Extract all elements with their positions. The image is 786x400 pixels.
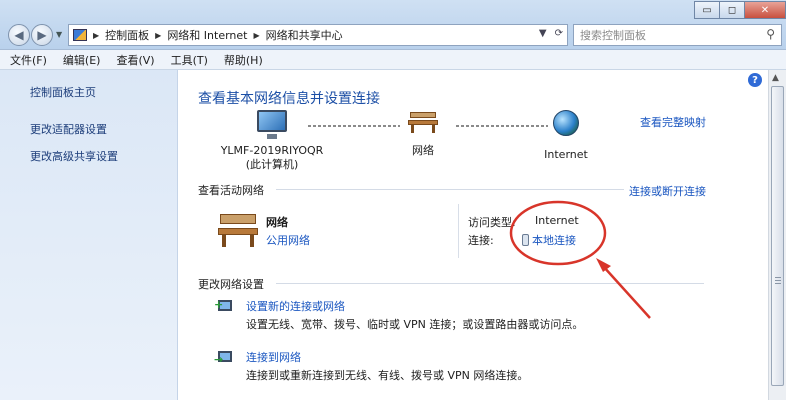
computer-icon	[257, 110, 287, 139]
search-input[interactable]: 搜索控制面板 ⚲	[573, 24, 782, 46]
setup-connection-desc: 设置无线、宽带、拨号、临时或 VPN 连接；或设置路由器或访问点。	[246, 318, 584, 331]
network-label: 网络	[412, 144, 434, 157]
window-controls: ▭ ◻ ✕	[694, 1, 786, 19]
minimize-button[interactable]: ▭	[694, 1, 720, 19]
recent-pages-dropdown-icon[interactable]: ▼	[56, 30, 62, 39]
grip-icon	[775, 277, 781, 285]
menu-tools[interactable]: 工具(T)	[171, 52, 208, 68]
map-node-network[interactable]: 网络	[388, 110, 458, 158]
sidebar-item-adapter-settings[interactable]: 更改适配器设置	[30, 121, 177, 137]
active-network: 网络 公用网络	[218, 210, 458, 260]
map-node-internet[interactable]: Internet	[533, 110, 599, 162]
network-bench-icon	[218, 212, 258, 247]
main-content: ? 查看基本网络信息并设置连接 查看完整映射 YLMF-2019RIYOQR (…	[178, 70, 768, 400]
menu-view[interactable]: 查看(V)	[116, 52, 154, 68]
task-connect-network: → 连接到网络 连接到或重新连接到无线、有线、拨号或 VPN 网络连接。	[214, 349, 576, 383]
close-button[interactable]: ✕	[744, 1, 786, 19]
search-icon[interactable]: ⚲	[766, 27, 775, 41]
connect-disconnect-link[interactable]: 连接或断开连接	[629, 183, 706, 199]
help-icon[interactable]: ?	[748, 73, 762, 87]
section-divider	[276, 189, 624, 190]
local-connection-link[interactable]: 本地连接	[522, 232, 576, 248]
forward-button[interactable]: ▶	[31, 24, 53, 46]
globe-icon	[553, 110, 579, 136]
connect-network-link[interactable]: 连接到网络	[246, 349, 301, 365]
back-button[interactable]: ◀	[8, 24, 30, 46]
scroll-up-icon[interactable]: ▲	[772, 73, 779, 83]
network-name: 网络	[266, 216, 288, 229]
menu-bar: 文件(F) 编辑(E) 查看(V) 工具(T) 帮助(H)	[0, 50, 786, 70]
connect-network-desc: 连接到或重新连接到无线、有线、拨号或 VPN 网络连接。	[246, 369, 529, 382]
page-title: 查看基本网络信息并设置连接	[198, 91, 380, 107]
sidebar-item-control-panel-home[interactable]: 控制面板主页	[30, 84, 177, 100]
see-full-map-link[interactable]: 查看完整映射	[640, 114, 706, 130]
change-settings-heading: 更改网络设置	[198, 278, 264, 291]
access-type-label: 访问类型:	[468, 216, 516, 229]
internet-label: Internet	[544, 148, 588, 161]
menu-help[interactable]: 帮助(H)	[224, 52, 263, 68]
sidebar: 控制面板主页 更改适配器设置 更改高级共享设置	[0, 70, 178, 400]
control-panel-icon	[73, 29, 87, 41]
ethernet-icon	[522, 234, 529, 246]
breadcrumb-control-panel[interactable]: 控制面板	[105, 27, 149, 43]
chevron-right-icon[interactable]: ▶	[155, 31, 161, 40]
local-connection-label[interactable]: 本地连接	[532, 232, 576, 248]
active-networks-heading: 查看活动网络	[198, 184, 264, 197]
breadcrumb-network-internet[interactable]: 网络和 Internet	[167, 27, 247, 43]
connect-network-icon: →	[214, 349, 236, 367]
access-type-value: Internet	[535, 214, 579, 227]
scroll-thumb[interactable]	[771, 86, 784, 386]
chevron-right-icon[interactable]: ▶	[93, 31, 99, 40]
vertical-scrollbar[interactable]: ▲	[768, 70, 786, 400]
back-arrow-icon: ◀	[14, 28, 24, 42]
computer-name: YLMF-2019RIYOQR	[220, 144, 324, 157]
section-divider	[276, 283, 704, 284]
network-bench-icon	[408, 110, 438, 133]
refresh-icon[interactable]: ⟳	[555, 28, 563, 39]
chevron-right-icon[interactable]: ▶	[254, 31, 260, 40]
title-bar: ▭ ◻ ✕ ◀ ▶ ▼ ▶ 控制面板 ▶ 网络和 Internet ▶ 网络和共…	[0, 0, 786, 50]
menu-file[interactable]: 文件(F)	[10, 52, 47, 68]
maximize-button[interactable]: ◻	[719, 1, 745, 19]
vertical-divider	[458, 204, 459, 258]
map-node-computer[interactable]: YLMF-2019RIYOQR (此计算机)	[208, 110, 336, 172]
breadcrumb-network-sharing-center[interactable]: 网络和共享中心	[266, 27, 343, 43]
sidebar-item-advanced-sharing[interactable]: 更改高级共享设置	[30, 148, 177, 164]
search-placeholder: 搜索控制面板	[580, 29, 646, 42]
computer-sublabel: (此计算机)	[245, 158, 299, 171]
forward-arrow-icon: ▶	[37, 28, 47, 42]
new-connection-icon: +	[214, 298, 236, 316]
address-dropdown-icon[interactable]: ▼	[539, 28, 547, 39]
setup-connection-link[interactable]: 设置新的连接或网络	[246, 298, 345, 314]
network-type-link[interactable]: 公用网络	[266, 232, 310, 248]
address-bar[interactable]: ▶ 控制面板 ▶ 网络和 Internet ▶ 网络和共享中心 ▼ ⟳	[68, 24, 568, 46]
task-setup-connection: + 设置新的连接或网络 设置无线、宽带、拨号、临时或 VPN 连接；或设置路由器…	[214, 298, 583, 332]
connections-label: 连接:	[468, 234, 494, 247]
menu-edit[interactable]: 编辑(E)	[63, 52, 101, 68]
